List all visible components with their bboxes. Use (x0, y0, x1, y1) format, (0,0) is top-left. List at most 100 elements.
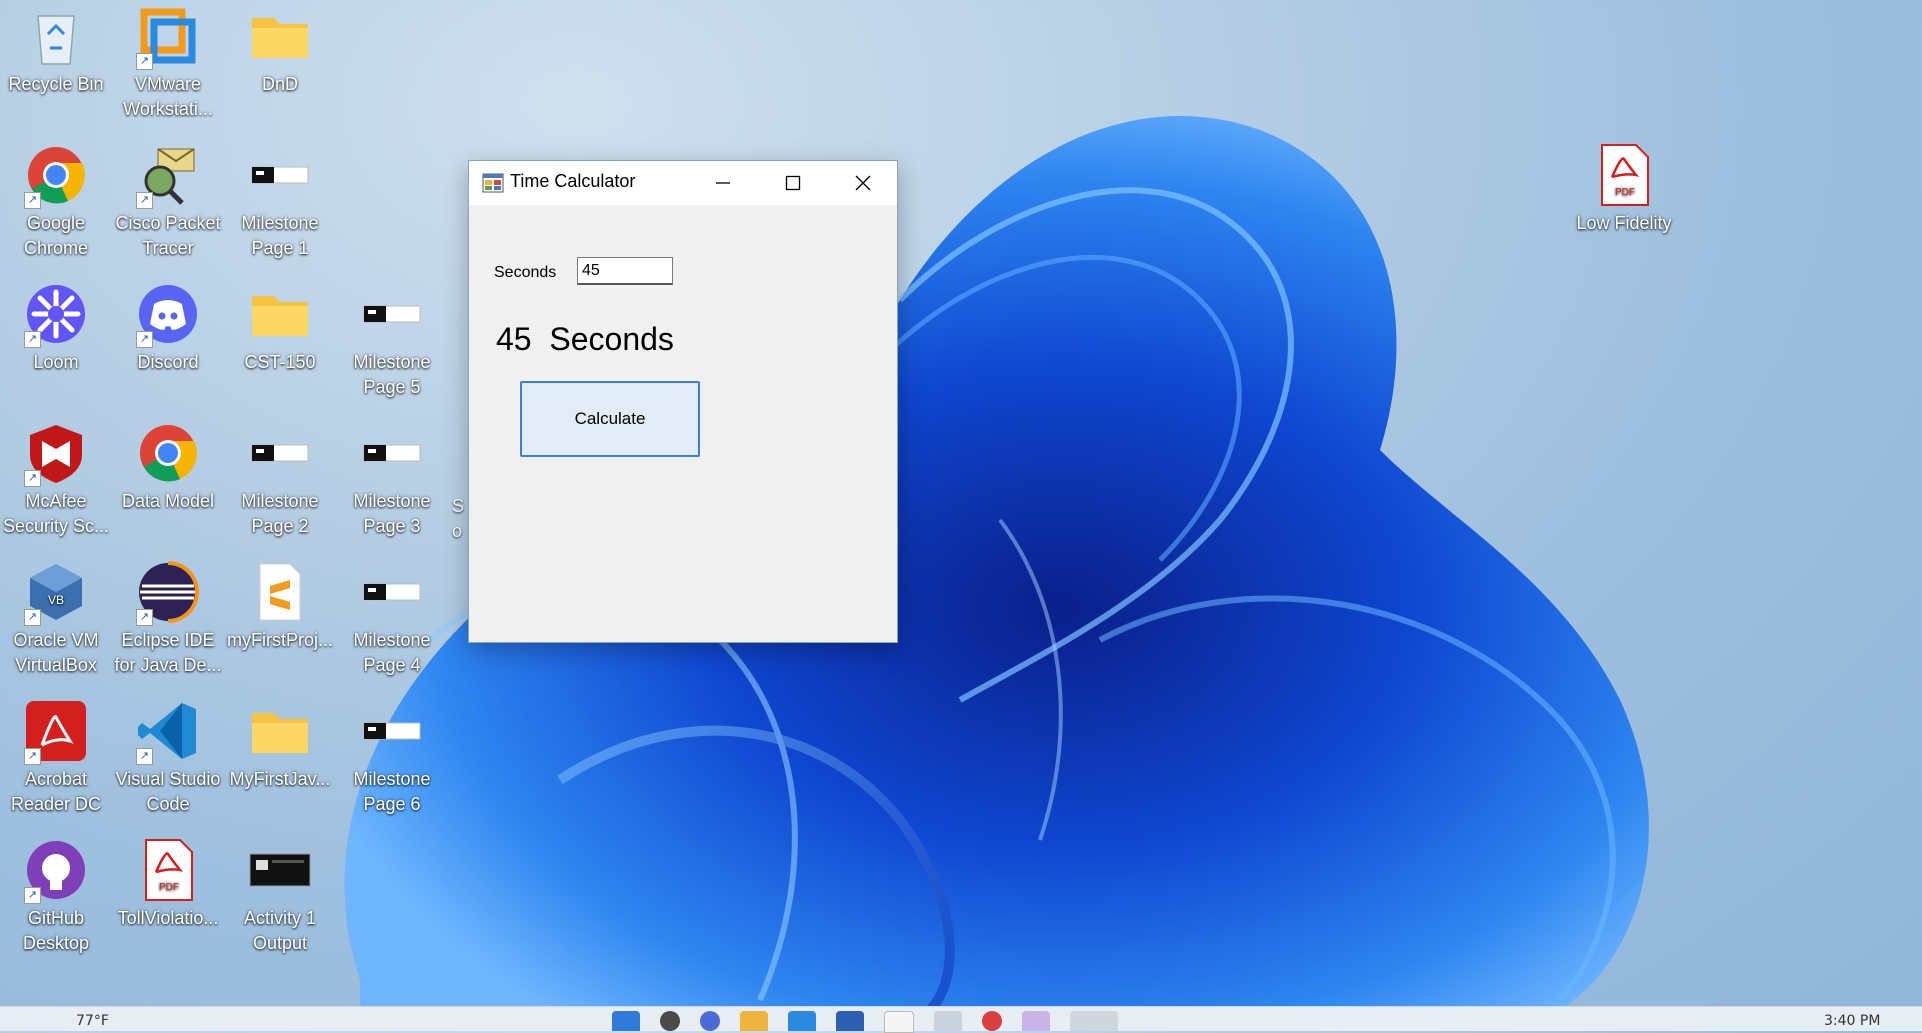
start-button[interactable] (612, 1011, 640, 1031)
pdf-file-icon: PDF (1592, 143, 1656, 207)
weather-text[interactable]: 77°F (76, 1013, 109, 1029)
title-bar[interactable]: Time Calculator (469, 161, 897, 205)
desktop-icon-milestone-page-4[interactable]: Milestone Page 4 (336, 560, 448, 678)
recycle-bin-icon (24, 4, 88, 68)
desktop-icon-milestone-page-3[interactable]: Milestone Page 3 (336, 421, 448, 539)
desktop-icon-label: Eclipse IDE for Java De... (114, 630, 222, 675)
svg-text:VB: VB (48, 593, 64, 607)
desktop-icon-recycle-bin[interactable]: Recycle Bin (0, 4, 112, 97)
mcafee-icon: ↗ (24, 421, 88, 487)
shortcut-arrow-icon: ↗ (24, 609, 41, 626)
taskbar-app-2[interactable] (740, 1011, 768, 1031)
desktop-icon-label: McAfee Security Sc... (2, 491, 110, 536)
desktop-icon-eclipse[interactable]: ↗ Eclipse IDE for Java De... (112, 560, 224, 678)
desktop-icon-label: Loom (33, 352, 79, 372)
taskbar-apps (612, 1011, 1118, 1033)
image-file-icon (360, 282, 424, 346)
desktop-icon-label: Oracle VM VirtualBox (13, 630, 99, 675)
shortcut-arrow-icon: ↗ (136, 331, 153, 348)
desktop-icon-label: Milestone Page 3 (353, 491, 431, 536)
desktop-icon-oracle-vm[interactable]: VB ↗ Oracle VM VirtualBox (0, 560, 112, 678)
image-file-icon (360, 421, 424, 485)
discord-icon: ↗ (136, 282, 200, 348)
seconds-input[interactable] (577, 257, 673, 285)
close-button[interactable] (829, 161, 897, 205)
desktop-icon-label: Visual Studio Code (115, 769, 221, 814)
taskbar-app-6[interactable] (934, 1011, 962, 1031)
desktop-icon-vmware[interactable]: ↗ VMware Workstati... (112, 4, 224, 122)
shortcut-arrow-icon: ↗ (136, 609, 153, 626)
virtualbox-icon: VB ↗ (24, 560, 88, 626)
desktop-icon-myfirstproj[interactable]: myFirstProj... (224, 560, 336, 653)
calculate-button[interactable]: Calculate (520, 381, 700, 457)
shortcut-arrow-icon: ↗ (24, 887, 41, 904)
desktop-icon-dnd[interactable]: DnD (224, 4, 336, 97)
desktop-icon-activity-1-output[interactable]: Activity 1 Output (224, 838, 336, 956)
desktop-icon-label: DnD (261, 74, 298, 94)
shortcut-arrow-icon: ↗ (136, 192, 153, 209)
seconds-label: Seconds (494, 264, 557, 281)
chrome-icon (136, 421, 200, 485)
desktop-icon-label: GitHub Desktop (22, 908, 90, 953)
desktop-icon-label: Milestone Page 2 (241, 491, 319, 536)
svg-text:PDF: PDF (1615, 187, 1635, 198)
taskbar-app-7[interactable] (982, 1011, 1002, 1031)
app-form-icon (482, 173, 504, 193)
desktop-icon-tollviolation[interactable]: PDF TollViolatio... (112, 838, 224, 931)
folder-icon (248, 4, 312, 68)
folder-icon (248, 282, 312, 346)
desktop-icon-acrobat[interactable]: ↗ Acrobat Reader DC (0, 699, 112, 817)
vscode-icon: ↗ (136, 699, 200, 765)
desktop-icon-low-fidelity[interactable]: PDF Low Fidelity (1568, 143, 1680, 236)
taskbar-app-4[interactable] (836, 1011, 864, 1031)
image-file-icon (360, 560, 424, 624)
desktop-icon-loom[interactable]: ↗ Loom (0, 282, 112, 375)
desktop-icon-label: TollViolatio... (117, 908, 219, 928)
minimize-button[interactable] (689, 161, 757, 205)
desktop-icon-label: Acrobat Reader DC (10, 769, 102, 814)
desktop-icon-label: Milestone Page 4 (353, 630, 431, 675)
taskbar-app-9[interactable] (1070, 1011, 1118, 1031)
image-file-icon (360, 699, 424, 763)
close-icon (855, 175, 871, 191)
acrobat-icon: ↗ (24, 699, 88, 765)
desktop-icon-cst-150[interactable]: CST-150 (224, 282, 336, 375)
image-file-icon (248, 143, 312, 207)
desktop-icon-label: Discord (137, 352, 199, 372)
vmware-icon: ↗ (136, 4, 200, 70)
minimize-icon (716, 182, 730, 184)
taskbar-app-3[interactable] (788, 1011, 816, 1031)
cisco-icon: ↗ (136, 143, 200, 209)
screenshot-file-icon (248, 838, 312, 902)
clock-text[interactable]: 3:40 PM (1824, 1013, 1880, 1029)
desktop-icon-milestone-page-1[interactable]: Milestone Page 1 (224, 143, 336, 261)
desktop-icon-label: Data Model (121, 491, 215, 511)
pdf-file-icon: PDF (136, 838, 200, 902)
shortcut-arrow-icon: ↗ (24, 331, 41, 348)
taskbar-app-1[interactable] (700, 1011, 720, 1031)
desktop-icon-label: Milestone Page 1 (241, 213, 319, 258)
maximize-button[interactable] (759, 161, 827, 205)
desktop-icon-vscode[interactable]: ↗ Visual Studio Code (112, 699, 224, 817)
desktop-icon-myfirstjav[interactable]: MyFirstJav... (224, 699, 336, 792)
desktop-icon-github-desktop[interactable]: ↗ GitHub Desktop (0, 838, 112, 956)
desktop-icon-mcafee[interactable]: ↗ McAfee Security Sc... (0, 421, 112, 539)
desktop-icon-milestone-page-6[interactable]: Milestone Page 6 (336, 699, 448, 817)
shortcut-arrow-icon: ↗ (24, 192, 41, 209)
desktop-icon-label: Milestone Page 6 (353, 769, 431, 814)
window-title: Time Calculator (510, 171, 636, 191)
shortcut-arrow-icon: ↗ (24, 470, 41, 487)
desktop-icon-data-model[interactable]: Data Model (112, 421, 224, 514)
desktop-icon-label: Recycle Bin (8, 74, 104, 94)
chrome-icon: ↗ (24, 143, 88, 209)
time-calculator-window: Time Calculator Seconds 45 Seconds Calcu… (468, 160, 898, 643)
desktop-icon-label: myFirstProj... (227, 630, 333, 650)
desktop-icon-cisco-packet-tracer[interactable]: ↗ Cisco Packet Tracer (112, 143, 224, 261)
desktop-icon-google-chrome[interactable]: ↗ Google Chrome (0, 143, 112, 261)
search-button[interactable] (660, 1011, 680, 1031)
taskbar-app-8[interactable] (1022, 1011, 1050, 1031)
desktop-icon-milestone-page-5[interactable]: Milestone Page 5 (336, 282, 448, 400)
desktop-icon-discord[interactable]: ↗ Discord (112, 282, 224, 375)
desktop-icon-milestone-page-2[interactable]: Milestone Page 2 (224, 421, 336, 539)
desktop-icon-label: Low Fidelity (1576, 213, 1672, 233)
